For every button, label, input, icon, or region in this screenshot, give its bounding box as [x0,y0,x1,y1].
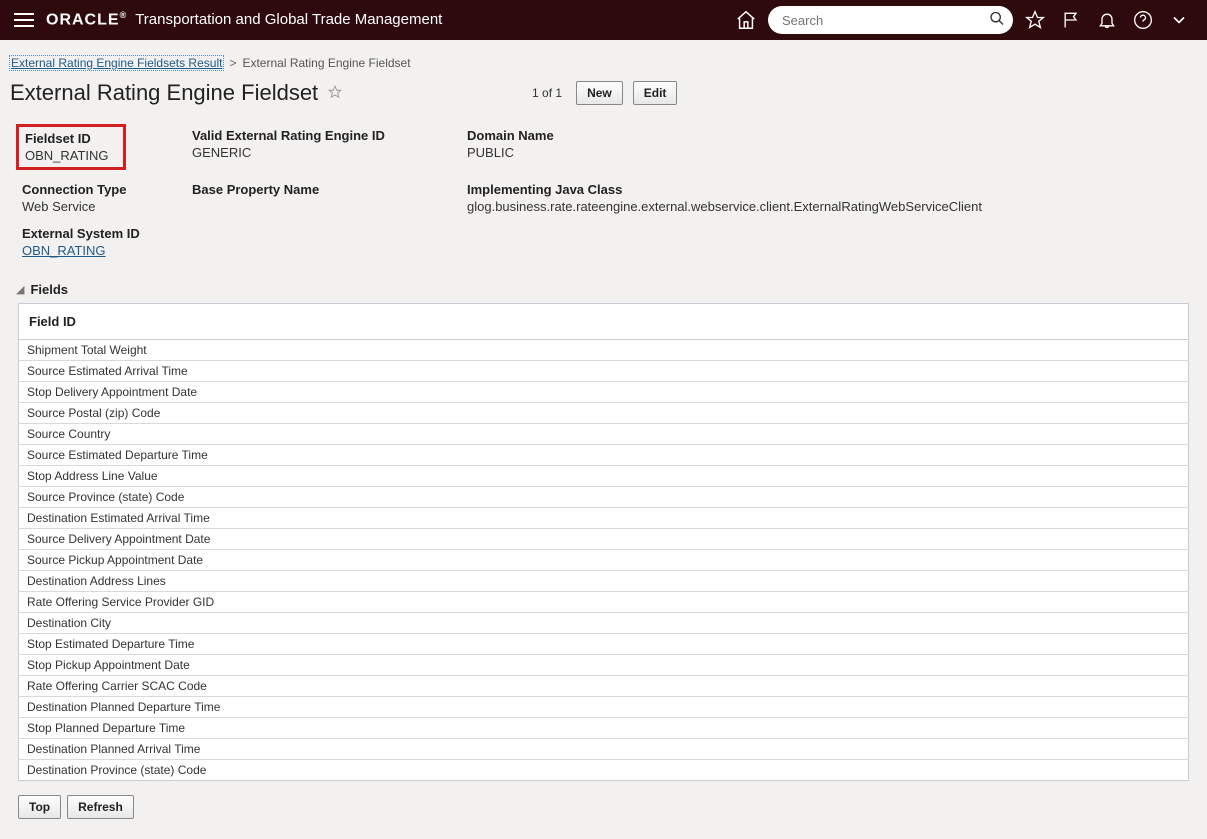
field-id-cell: Destination Estimated Arrival Time [19,508,1189,529]
field-id-cell: Shipment Total Weight [19,340,1189,361]
fields-section-title: Fields [30,282,68,297]
table-row: Source Estimated Departure Time [19,445,1189,466]
field-id-cell: Stop Pickup Appointment Date [19,655,1189,676]
connection-type-value: Web Service [22,199,192,214]
hamburger-menu-icon[interactable] [10,9,38,31]
chevron-down-icon[interactable] [1165,6,1193,34]
footer-buttons: Top Refresh [10,791,1197,823]
table-row: Source Delivery Appointment Date [19,529,1189,550]
search-box [768,6,1013,34]
external-system-id-link[interactable]: OBN_RATING [22,243,106,258]
table-row: Destination Planned Departure Time [19,697,1189,718]
table-row: Stop Address Line Value [19,466,1189,487]
base-property-name-group: Base Property Name [192,176,467,220]
fields-table: Field ID Shipment Total WeightSource Est… [18,303,1189,781]
pager-text: 1 of 1 [532,86,562,100]
page-title: External Rating Engine Fieldset [10,80,318,106]
fieldset-id-highlight: Fieldset ID OBN_RATING [16,124,126,170]
search-input[interactable] [768,6,1013,34]
external-system-id-group: External System ID OBN_RATING [22,220,1185,264]
title-row: External Rating Engine Fieldset 1 of 1 N… [10,80,1197,106]
field-id-cell: Destination Address Lines [19,571,1189,592]
top-button[interactable]: Top [18,795,61,819]
bell-icon[interactable] [1093,6,1121,34]
domain-name-group: Domain Name PUBLIC [467,122,1185,176]
brand-logo: ORACLE® [46,10,127,29]
field-id-cell: Destination City [19,613,1189,634]
home-icon[interactable] [732,6,760,34]
breadcrumb-separator: > [229,56,236,70]
table-row: Destination City [19,613,1189,634]
breadcrumb-current: External Rating Engine Fieldset [242,56,410,70]
valid-ext-engine-id-value: GENERIC [192,145,467,160]
star-icon[interactable] [1021,6,1049,34]
table-row: Stop Estimated Departure Time [19,634,1189,655]
table-row: Destination Address Lines [19,571,1189,592]
breadcrumb: External Rating Engine Fieldsets Result … [10,50,1197,80]
field-id-cell: Source Pickup Appointment Date [19,550,1189,571]
table-row: Destination Estimated Arrival Time [19,508,1189,529]
impl-java-class-value: glog.business.rate.rateengine.external.w… [467,199,1185,214]
table-row: Source Estimated Arrival Time [19,361,1189,382]
new-button[interactable]: New [576,81,623,105]
table-row: Source Country [19,424,1189,445]
impl-java-class-group: Implementing Java Class glog.business.ra… [467,176,1185,220]
fieldset-id-value: OBN_RATING [25,148,117,163]
field-id-cell: Source Estimated Arrival Time [19,361,1189,382]
collapse-triangle-icon: ◢ [16,283,24,296]
fieldset-id-group: Fieldset ID OBN_RATING [22,122,192,176]
domain-name-label: Domain Name [467,128,1185,143]
table-row: Shipment Total Weight [19,340,1189,361]
impl-java-class-label: Implementing Java Class [467,182,1185,197]
field-id-cell: Source Estimated Departure Time [19,445,1189,466]
refresh-button[interactable]: Refresh [67,795,134,819]
detail-grid: Fieldset ID OBN_RATING Valid External Ra… [10,118,1197,272]
table-row: Destination Province (state) Code [19,760,1189,781]
domain-name-value: PUBLIC [467,145,1185,160]
field-id-cell: Rate Offering Carrier SCAC Code [19,676,1189,697]
edit-button[interactable]: Edit [633,81,678,105]
field-id-cell: Stop Delivery Appointment Date [19,382,1189,403]
table-row: Stop Pickup Appointment Date [19,655,1189,676]
connection-type-label: Connection Type [22,182,192,197]
field-id-cell: Source Province (state) Code [19,487,1189,508]
table-row: Source Pickup Appointment Date [19,550,1189,571]
table-row: Stop Planned Departure Time [19,718,1189,739]
favorite-star-icon[interactable] [328,85,342,102]
app-header: ORACLE® Transportation and Global Trade … [0,0,1207,40]
search-icon[interactable] [989,11,1005,30]
fields-table-header: Field ID [19,304,1189,340]
flag-icon[interactable] [1057,6,1085,34]
brand: ORACLE® Transportation and Global Trade … [46,10,442,29]
fields-section-header[interactable]: ◢ Fields [10,272,1197,303]
brand-title: Transportation and Global Trade Manageme… [135,11,442,28]
help-icon[interactable] [1129,6,1157,34]
field-id-cell: Source Delivery Appointment Date [19,529,1189,550]
field-id-cell: Destination Planned Arrival Time [19,739,1189,760]
table-row: Destination Planned Arrival Time [19,739,1189,760]
valid-ext-engine-id-label: Valid External Rating Engine ID [192,128,467,143]
page-content: External Rating Engine Fieldsets Result … [0,40,1207,839]
field-id-cell: Source Country [19,424,1189,445]
fieldset-id-label: Fieldset ID [25,131,117,146]
table-row: Source Postal (zip) Code [19,403,1189,424]
table-row: Rate Offering Service Provider GID [19,592,1189,613]
breadcrumb-parent-link[interactable]: External Rating Engine Fieldsets Result [10,56,223,70]
table-row: Stop Delivery Appointment Date [19,382,1189,403]
fields-table-wrap: Field ID Shipment Total WeightSource Est… [10,303,1197,791]
connection-type-group: Connection Type Web Service [22,176,192,220]
field-id-cell: Destination Planned Departure Time [19,697,1189,718]
field-id-cell: Stop Planned Departure Time [19,718,1189,739]
external-system-id-label: External System ID [22,226,1185,241]
field-id-cell: Destination Province (state) Code [19,760,1189,781]
table-row: Rate Offering Carrier SCAC Code [19,676,1189,697]
field-id-cell: Source Postal (zip) Code [19,403,1189,424]
table-row: Source Province (state) Code [19,487,1189,508]
valid-ext-engine-id-group: Valid External Rating Engine ID GENERIC [192,122,467,176]
base-property-name-label: Base Property Name [192,182,467,197]
field-id-cell: Stop Estimated Departure Time [19,634,1189,655]
field-id-cell: Stop Address Line Value [19,466,1189,487]
field-id-cell: Rate Offering Service Provider GID [19,592,1189,613]
